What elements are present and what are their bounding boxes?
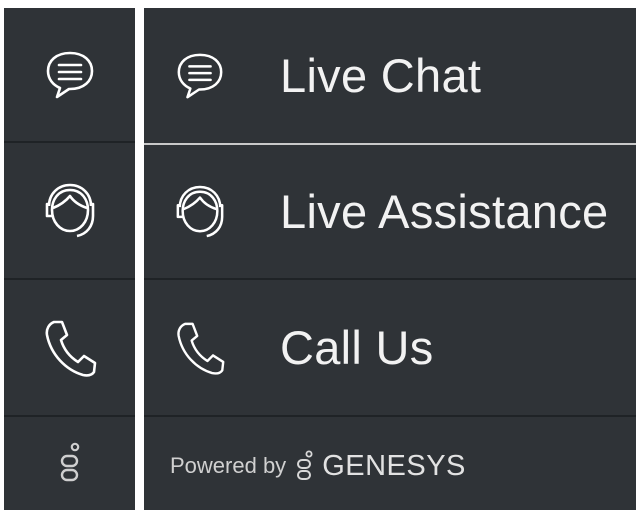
headset-agent-icon: [45, 183, 94, 237]
menu-item-label: Live Chat: [280, 49, 482, 102]
powered-by-footer[interactable]: Powered by GENESYS: [170, 444, 466, 488]
menu-item-call-us[interactable]: Call Us: [144, 280, 636, 415]
menu-item-label: Live Assistance: [280, 185, 609, 238]
genesys-logo-icon: [60, 442, 79, 481]
genesys-brand-text: GENESYS: [322, 449, 466, 482]
chat-bubble-icon: [46, 51, 93, 98]
collapsed-item-live-chat[interactable]: [4, 8, 135, 141]
phone-icon: [174, 322, 226, 375]
collapsed-item-live-assistance[interactable]: [4, 143, 135, 278]
collapsed-genesys-footer: [4, 417, 135, 510]
powered-by-text: Powered by: [170, 453, 287, 478]
menu-item-label: Call Us: [280, 321, 434, 374]
chat-bubble-icon: [174, 50, 226, 102]
menu-item-live-chat[interactable]: Live Chat: [144, 8, 636, 143]
collapsed-item-call-us[interactable]: [4, 280, 135, 415]
collapsed-menu-panel: [4, 8, 135, 510]
chat-widget-canvas: Live Chat Live Assistance Call Us Powere…: [0, 0, 636, 510]
phone-icon: [45, 320, 96, 377]
genesys-logo-icon: [294, 450, 316, 482]
expanded-menu-panel: Live Chat Live Assistance Call Us Powere…: [144, 8, 636, 510]
headset-agent-icon: [174, 185, 226, 238]
divider: [144, 415, 636, 417]
menu-item-live-assistance[interactable]: Live Assistance: [144, 145, 636, 278]
